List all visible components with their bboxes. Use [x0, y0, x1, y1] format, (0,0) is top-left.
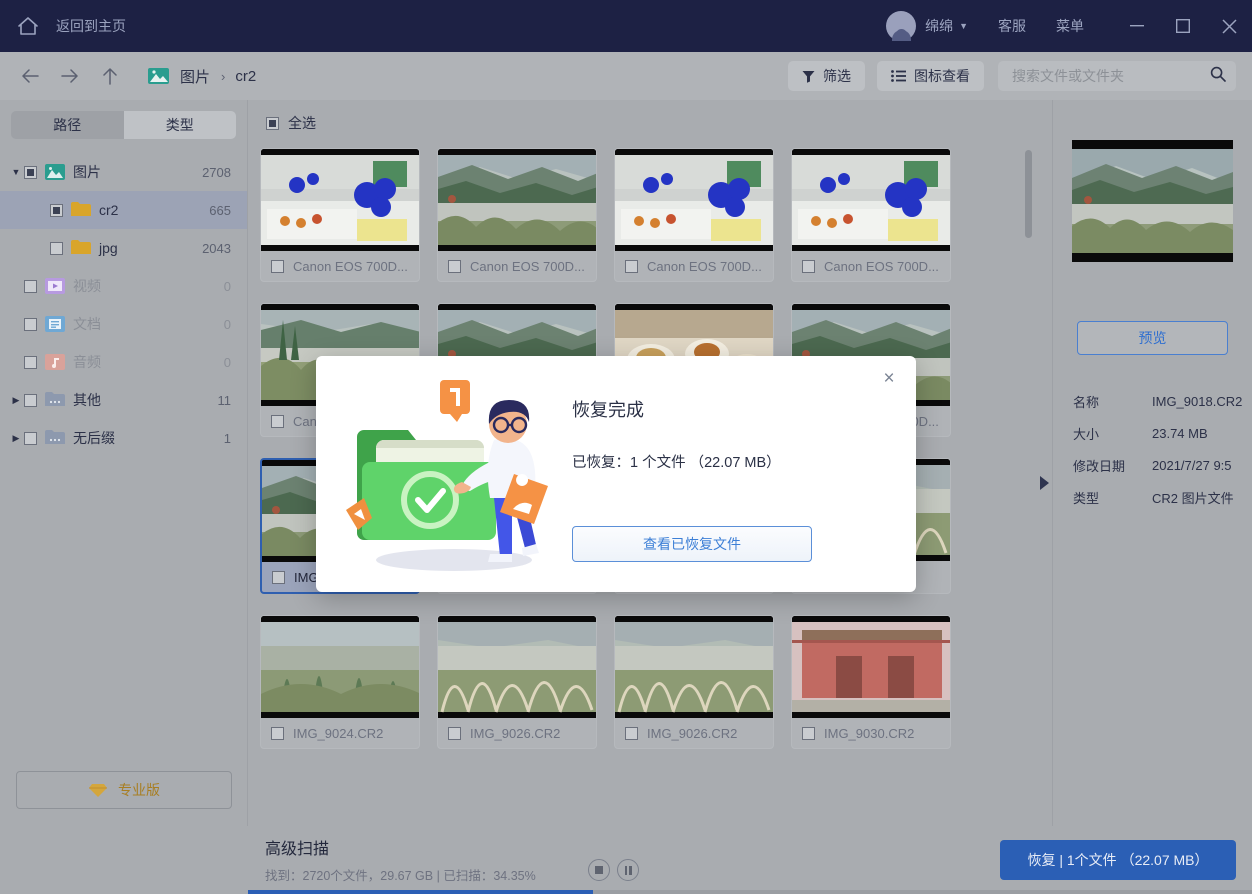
dialog-title: 恢复完成	[572, 396, 644, 422]
dialog-description: 已恢复：1 个文件 （22.07 MB）	[572, 451, 781, 472]
recovery-complete-dialog: ×	[316, 356, 916, 592]
application-window: 返回到主页 绵绵 ▼ 客服 菜单	[0, 0, 1252, 894]
modal-overlay: ×	[0, 0, 1252, 894]
recovery-illustration	[344, 378, 574, 578]
dialog-close-icon[interactable]: ×	[876, 366, 902, 392]
view-recovered-files-label: 查看已恢复文件	[643, 534, 741, 554]
view-recovered-files-button[interactable]: 查看已恢复文件	[572, 526, 812, 562]
